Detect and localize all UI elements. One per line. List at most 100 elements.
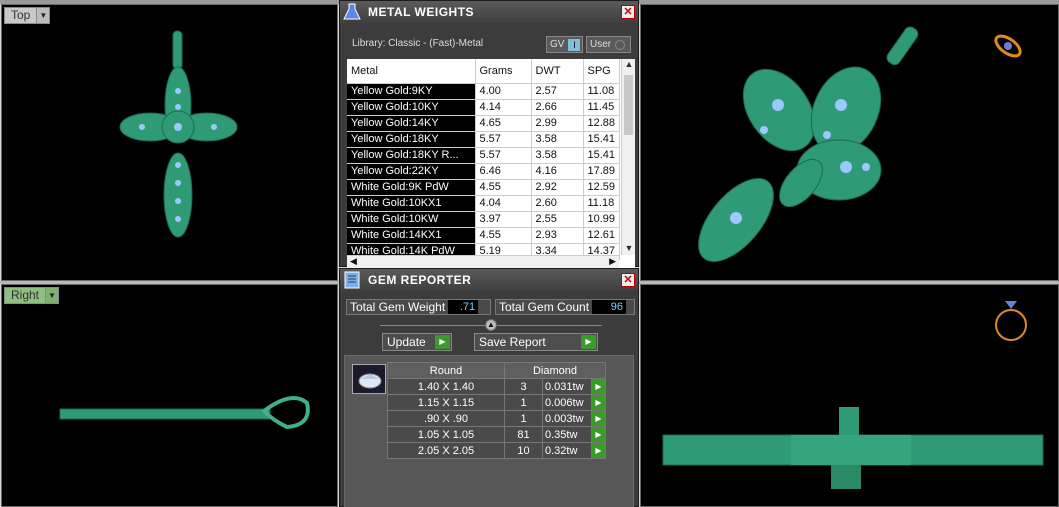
radio-icon bbox=[615, 39, 626, 50]
gem-select-arrow-icon[interactable]: ▶ bbox=[591, 410, 606, 427]
metal-row[interactable]: White Gold:10KX1 4.04 2.60 11.18 bbox=[347, 195, 620, 212]
grams-cell: 5.57 bbox=[475, 147, 532, 164]
gem-qty-cell: 1 bbox=[504, 394, 543, 411]
gem-reporter-panel[interactable]: GEM REPORTER ✕ Total Gem Weight .71 Tota… bbox=[339, 268, 639, 507]
gem-weight-cell: 0.031tw bbox=[542, 378, 592, 395]
col-header-metal[interactable]: Metal bbox=[347, 59, 476, 84]
grams-cell: 4.55 bbox=[475, 179, 532, 196]
gem-reporter-title-bar[interactable]: GEM REPORTER ✕ bbox=[340, 269, 638, 291]
play-arrow-icon: ▶ bbox=[435, 335, 450, 349]
dwt-cell: 2.92 bbox=[531, 179, 584, 196]
metal-name-cell: White Gold:9K PdW bbox=[347, 179, 476, 196]
metal-row[interactable]: White Gold:14KX1 4.55 2.93 12.61 bbox=[347, 227, 620, 244]
gem-size-cell: 1.05 X 1.05 bbox=[387, 426, 505, 443]
gem-row[interactable]: .90 X .90 1 0.003tw ▶ bbox=[387, 410, 606, 427]
viewport-perspective[interactable] bbox=[640, 4, 1059, 281]
spg-cell: 11.08 bbox=[583, 83, 620, 100]
metal-row[interactable]: White Gold:9K PdW 4.55 2.92 12.59 bbox=[347, 179, 620, 196]
metal-weights-title: METAL WEIGHTS bbox=[368, 5, 475, 19]
user-toggle-label: User bbox=[590, 39, 612, 50]
gem-select-arrow-icon[interactable]: ▶ bbox=[591, 378, 606, 395]
gem-weight-cell: 0.32tw bbox=[542, 442, 592, 459]
viewport-front[interactable] bbox=[640, 284, 1059, 507]
gem-qty-cell: 81 bbox=[504, 426, 543, 443]
col-header-dwt[interactable]: DWT bbox=[531, 59, 584, 84]
grams-cell: 4.55 bbox=[475, 227, 532, 244]
metal-name-cell: Yellow Gold:22KY bbox=[347, 163, 476, 180]
dwt-cell: 2.57 bbox=[531, 83, 584, 100]
gv-toggle[interactable]: GV I bbox=[546, 36, 583, 53]
metal-row[interactable]: Yellow Gold:9KY 4.00 2.57 11.08 bbox=[347, 83, 620, 100]
metal-name-cell: Yellow Gold:18KY R... bbox=[347, 147, 476, 164]
total-gem-weight-label: Total Gem Weight bbox=[350, 300, 446, 314]
scroll-up-icon[interactable]: ▲ bbox=[622, 59, 635, 71]
metal-table-container[interactable]: Metal Grams DWT SPG Yellow Gold:9KY 4.00 2… bbox=[347, 59, 635, 269]
metal-table-vscroll[interactable]: ▲ ▼ bbox=[621, 59, 635, 255]
metal-weights-panel[interactable]: METAL WEIGHTS ✕ Library: Classic - (Fast… bbox=[339, 0, 639, 269]
gv-toggle-label: GV bbox=[550, 39, 565, 50]
gem-select-arrow-icon[interactable]: ▶ bbox=[591, 442, 606, 459]
dwt-cell: 2.66 bbox=[531, 99, 584, 116]
viewport-top[interactable]: Top ▼ bbox=[1, 4, 338, 281]
total-gem-weight-value: .71 bbox=[448, 300, 479, 314]
dwt-cell: 2.99 bbox=[531, 115, 584, 132]
metal-row[interactable]: White Gold:10KW 3.97 2.55 10.99 bbox=[347, 211, 620, 228]
dwt-cell: 4.16 bbox=[531, 163, 584, 180]
gem-size-cell: 1.15 X 1.15 bbox=[387, 394, 505, 411]
col-header-spg[interactable]: SPG bbox=[583, 59, 620, 84]
gem-qty-cell: 10 bbox=[504, 442, 543, 459]
gem-row[interactable]: 1.05 X 1.05 81 0.35tw ▶ bbox=[387, 426, 606, 443]
metal-table: Metal Grams DWT SPG Yellow Gold:9KY 4.00 2… bbox=[347, 59, 620, 260]
metal-name-cell: Yellow Gold:10KY bbox=[347, 99, 476, 116]
metal-row[interactable]: Yellow Gold:22KY 6.46 4.16 17.89 bbox=[347, 163, 620, 180]
gem-size-cell: 1.40 X 1.40 bbox=[387, 378, 505, 395]
dwt-cell: 3.58 bbox=[531, 147, 584, 164]
collapse-up-icon[interactable]: ▲ bbox=[485, 319, 497, 331]
close-icon[interactable]: ✕ bbox=[621, 5, 635, 19]
col-header-grams[interactable]: Grams bbox=[475, 59, 532, 84]
gem-row[interactable]: 2.05 X 2.05 10 0.32tw ▶ bbox=[387, 442, 606, 459]
metal-row[interactable]: Yellow Gold:18KY R... 5.57 3.58 15.41 bbox=[347, 147, 620, 164]
metal-row[interactable]: Yellow Gold:14KY 4.65 2.99 12.88 bbox=[347, 115, 620, 132]
gem-weight-cell: 0.35tw bbox=[542, 426, 592, 443]
total-gem-count: Total Gem Count 96 bbox=[495, 299, 635, 315]
scroll-down-icon[interactable]: ▼ bbox=[622, 243, 635, 255]
spg-cell: 15.41 bbox=[583, 131, 620, 148]
dwt-cell: 2.60 bbox=[531, 195, 584, 212]
gem-qty-cell: 3 bbox=[504, 378, 543, 395]
gem-size-cell: .90 X .90 bbox=[387, 410, 505, 427]
total-gem-weight: Total Gem Weight .71 bbox=[346, 299, 491, 315]
grams-cell: 4.65 bbox=[475, 115, 532, 132]
metal-weights-title-bar[interactable]: METAL WEIGHTS ✕ bbox=[340, 1, 638, 23]
user-toggle[interactable]: User bbox=[586, 36, 631, 53]
spg-cell: 12.59 bbox=[583, 179, 620, 196]
grams-cell: 4.04 bbox=[475, 195, 532, 212]
round-diamond-icon[interactable] bbox=[352, 364, 386, 394]
gem-select-arrow-icon[interactable]: ▶ bbox=[591, 394, 606, 411]
metal-name-cell: Yellow Gold:14KY bbox=[347, 115, 476, 132]
metal-name-cell: Yellow Gold:9KY bbox=[347, 83, 476, 100]
pendant-side-render bbox=[59, 396, 310, 430]
gem-reporter-title: GEM REPORTER bbox=[368, 273, 472, 287]
metal-name-cell: Yellow Gold:18KY bbox=[347, 131, 476, 148]
close-icon[interactable]: ✕ bbox=[621, 273, 635, 287]
viewport-right[interactable]: Right ▼ bbox=[1, 284, 338, 507]
metal-table-hscroll[interactable]: ◀ ▶ bbox=[347, 255, 619, 269]
save-report-button[interactable]: Save Report ▶ bbox=[474, 333, 598, 351]
gem-row[interactable]: 1.40 X 1.40 3 0.031tw ▶ bbox=[387, 378, 606, 395]
scroll-thumb[interactable] bbox=[624, 75, 633, 135]
scroll-left-icon[interactable]: ◀ bbox=[350, 256, 357, 267]
gem-select-arrow-icon[interactable]: ▶ bbox=[591, 426, 606, 443]
gem-report-icon bbox=[340, 269, 364, 291]
gem-qty-cell: 1 bbox=[504, 410, 543, 427]
scroll-right-icon[interactable]: ▶ bbox=[609, 256, 616, 267]
spg-cell: 11.45 bbox=[583, 99, 620, 116]
ring-orientation-icon[interactable] bbox=[991, 295, 1031, 345]
update-button[interactable]: Update ▶ bbox=[382, 333, 452, 351]
total-gem-count-label: Total Gem Count bbox=[499, 300, 590, 314]
save-report-button-label: Save Report bbox=[479, 335, 546, 349]
view-orientation-icon[interactable] bbox=[991, 29, 1025, 63]
metal-row[interactable]: Yellow Gold:18KY 5.57 3.58 15.41 bbox=[347, 131, 620, 148]
metal-row[interactable]: Yellow Gold:10KY 4.14 2.66 11.45 bbox=[347, 99, 620, 116]
gem-row[interactable]: 1.15 X 1.15 1 0.006tw ▶ bbox=[387, 394, 606, 411]
